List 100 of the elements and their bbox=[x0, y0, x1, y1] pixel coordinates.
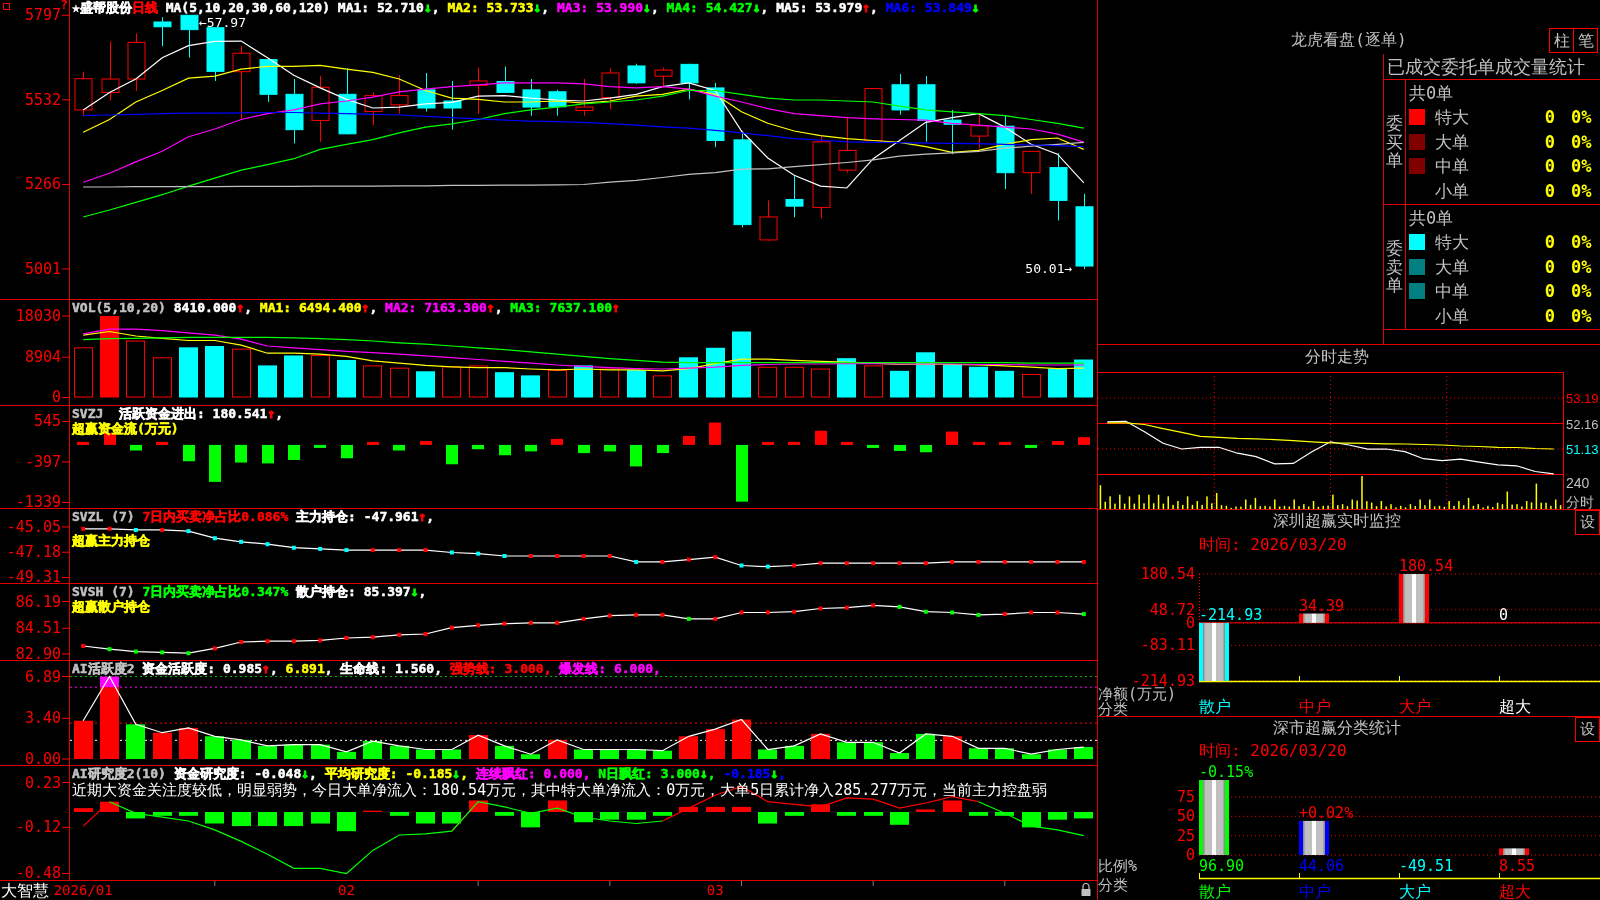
activity-bar bbox=[390, 745, 409, 760]
point-marker bbox=[344, 548, 349, 553]
point-marker bbox=[1055, 610, 1060, 615]
view-toggle-button[interactable]: 笔 bbox=[1573, 28, 1598, 53]
indicator-legend: VOL(5,10,20) 8410.000↑, MA1: 6494.400↑, MA2: 7163.300↑, MA3: 7637.100↑ bbox=[72, 300, 620, 315]
candle bbox=[206, 27, 225, 82]
point-marker bbox=[133, 649, 138, 654]
point-marker bbox=[265, 542, 270, 547]
date-label: 02 bbox=[338, 882, 355, 898]
candle bbox=[390, 74, 409, 115]
volume-bar bbox=[416, 371, 435, 398]
point-marker bbox=[1081, 559, 1086, 564]
point-marker bbox=[397, 548, 402, 553]
y-tick-label: 180.54 bbox=[1140, 565, 1195, 583]
point-marker bbox=[976, 612, 981, 617]
point-marker bbox=[818, 606, 823, 611]
candle bbox=[917, 75, 936, 143]
axis-title: 分时 bbox=[1566, 494, 1594, 509]
indicator-legend: AI研究度2(10) 资金研究度: -0.048↓, 平均研究度: -0.185↓, 连续飘红: 0.000, N日飘红: 3.000↓, -0.185↓, bbox=[72, 766, 787, 781]
net-flow-bar bbox=[1199, 622, 1229, 681]
order-count: 0 bbox=[1544, 232, 1555, 253]
flow-bar bbox=[341, 444, 353, 459]
time-label: 时间: 2026/03/20 bbox=[1199, 742, 1347, 760]
activity-bar bbox=[837, 742, 856, 760]
category-label: 散户 bbox=[1199, 882, 1231, 900]
point-marker bbox=[502, 621, 507, 626]
candle bbox=[838, 116, 857, 174]
category-label: 大户 bbox=[1399, 882, 1431, 900]
indicator-legend: AI活跃度2 资金活跃度: 0.985↑, 6.891, 生命线: 1.560, 强势线: 3.000, 爆发线: 6.000, bbox=[72, 661, 661, 676]
y-tick-label: 82.90 bbox=[15, 644, 61, 660]
candle bbox=[1049, 152, 1068, 221]
research-bar bbox=[864, 812, 883, 816]
research-bar bbox=[179, 812, 198, 816]
activity-bar bbox=[653, 750, 672, 760]
flow-bar bbox=[77, 441, 89, 445]
corner-square-icon bbox=[3, 3, 10, 10]
settings-button[interactable]: 设 bbox=[1575, 510, 1600, 535]
flow-bar bbox=[709, 422, 721, 445]
volume-bar bbox=[363, 365, 382, 398]
flow-bar bbox=[446, 444, 458, 465]
point-marker bbox=[976, 559, 981, 564]
flow-bar bbox=[156, 441, 168, 445]
activity-bar bbox=[811, 733, 830, 760]
order-size-label: 小单 bbox=[1435, 305, 1469, 326]
research-bar bbox=[258, 812, 277, 827]
activity-bar bbox=[1022, 754, 1041, 760]
view-toggle-button[interactable]: 柱 bbox=[1549, 28, 1574, 53]
research-bar bbox=[758, 812, 777, 824]
research-bar bbox=[706, 806, 725, 812]
research-bar bbox=[1074, 812, 1093, 819]
panel-title: 分时走势 bbox=[1304, 346, 1369, 367]
point-marker bbox=[844, 605, 849, 610]
candle bbox=[259, 59, 278, 103]
point-marker bbox=[239, 539, 244, 544]
activity-bar bbox=[600, 749, 619, 760]
y-tick-label: 0.00 bbox=[24, 750, 61, 765]
flow-bar bbox=[1052, 441, 1064, 445]
candle bbox=[891, 73, 910, 116]
value-label: 8.55 bbox=[1499, 857, 1536, 875]
volume-bar bbox=[205, 345, 224, 398]
research-bar bbox=[205, 812, 224, 824]
volume-bar bbox=[600, 368, 619, 398]
research-bar bbox=[311, 812, 330, 824]
research-bar bbox=[337, 812, 356, 832]
activity-bar bbox=[1074, 747, 1093, 760]
research-bar bbox=[679, 806, 698, 812]
scale-label: 240 bbox=[1566, 475, 1590, 491]
flow-bar bbox=[973, 441, 985, 445]
candle bbox=[627, 63, 646, 85]
flow-bar bbox=[604, 444, 616, 452]
research-bar bbox=[495, 812, 514, 816]
candle bbox=[311, 75, 330, 143]
research-bar bbox=[126, 812, 145, 819]
volume-bar bbox=[179, 347, 198, 398]
point-marker bbox=[160, 650, 165, 655]
activity-bar bbox=[179, 727, 198, 760]
activity-bar bbox=[864, 742, 883, 760]
research-bar bbox=[995, 812, 1014, 816]
settings-button[interactable]: 设 bbox=[1575, 717, 1600, 742]
y-tick-label: 0 bbox=[51, 388, 61, 405]
lock-icon bbox=[1081, 882, 1091, 896]
order-total: 共0单 bbox=[1409, 83, 1454, 103]
volume-bar bbox=[811, 368, 830, 398]
category-label: 中户 bbox=[1299, 697, 1331, 716]
y-tick-label: 5001 bbox=[24, 259, 61, 278]
value-label: -49.51 bbox=[1399, 857, 1454, 875]
activity-bar bbox=[627, 749, 646, 760]
flow-bar bbox=[288, 444, 300, 460]
help-mark: ? bbox=[60, 0, 68, 12]
candle bbox=[680, 63, 699, 100]
y-tick-label: 50 bbox=[1176, 807, 1195, 826]
value-label: 0 bbox=[1499, 605, 1509, 624]
flow-bar bbox=[867, 444, 879, 448]
point-marker bbox=[686, 616, 691, 621]
y-tick-label: -45.05 bbox=[6, 518, 61, 536]
y-tick-label: 53.19 bbox=[1566, 391, 1599, 406]
point-marker bbox=[950, 559, 955, 564]
point-marker bbox=[555, 620, 560, 625]
point-marker bbox=[660, 559, 665, 564]
order-percent: 0% bbox=[1570, 281, 1592, 302]
